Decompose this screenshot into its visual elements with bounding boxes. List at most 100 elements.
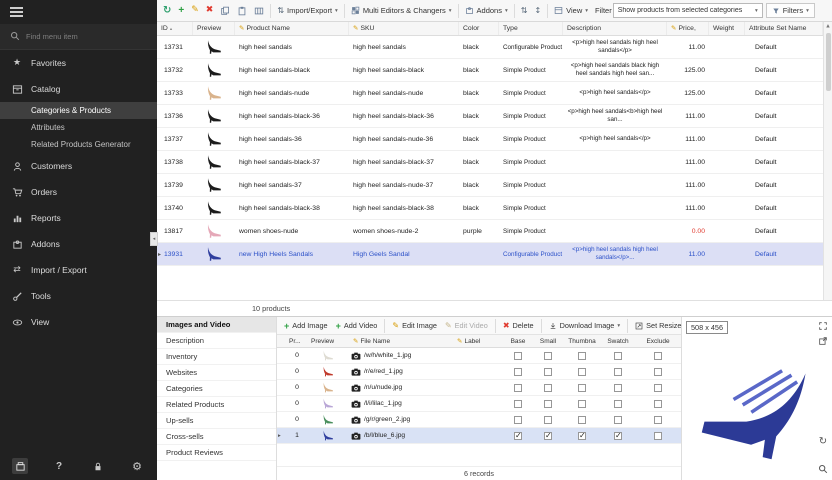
product-row[interactable]: 13738 high heel sandals-black-37 high he… <box>157 151 823 174</box>
exclude-checkbox[interactable] <box>654 400 662 408</box>
column-header-attribute-set[interactable]: Attribute Set Name <box>745 22 823 35</box>
add-image-button[interactable]: +Add Image <box>281 319 331 333</box>
product-row[interactable]: 13732 high heel sandals-black high heel … <box>157 59 823 82</box>
image-row[interactable]: 0 /r/e/red_1.jpg <box>277 364 681 380</box>
thumbnail-checkbox[interactable] <box>578 384 586 392</box>
column-header-base[interactable]: Base <box>503 335 533 347</box>
small-checkbox[interactable] <box>544 416 552 424</box>
edit-video-button[interactable]: ✎Edit Video <box>442 319 491 332</box>
sidebar-item-orders[interactable]: Orders <box>0 179 157 205</box>
store-button[interactable] <box>12 458 28 474</box>
thumbnail-checkbox[interactable] <box>578 432 586 440</box>
image-row[interactable]: 1 /b/l/blue_6.jpg <box>277 428 681 444</box>
base-checkbox[interactable] <box>514 432 522 440</box>
lock-button[interactable] <box>90 458 106 474</box>
image-row[interactable]: 0 /n/u/nude.jpg <box>277 380 681 396</box>
swatch-checkbox[interactable] <box>614 400 622 408</box>
menu-search-input[interactable] <box>26 32 147 41</box>
small-checkbox[interactable] <box>544 368 552 376</box>
category-filter-select[interactable]: Show products from selected categories ▾ <box>613 3 763 18</box>
column-header-label[interactable]: ✎Label <box>453 335 503 347</box>
refresh-button[interactable]: ↻ <box>160 4 174 18</box>
detail-tab[interactable]: Websites <box>157 365 276 381</box>
column-header-color[interactable]: Color <box>459 22 499 35</box>
gear-icon[interactable]: ⚙ <box>129 458 145 474</box>
image-row[interactable]: 0 /g/r/green_2.jpg <box>277 412 681 428</box>
addons-dropdown[interactable]: Addons▾ <box>462 4 511 17</box>
product-row[interactable]: 13817 women shoes-nude women shoes-nude-… <box>157 220 823 243</box>
thumbnail-checkbox[interactable] <box>578 400 586 408</box>
multi-editors-dropdown[interactable]: Multi Editors & Changers▾ <box>348 4 455 17</box>
delete-product-button[interactable]: ✖ <box>203 4 217 17</box>
column-header-description[interactable]: Description <box>563 22 667 35</box>
column-header-id[interactable]: ID▴ <box>157 22 193 35</box>
product-row[interactable]: 13931 new High Heels Sandals High Geels … <box>157 243 823 266</box>
thumbnail-checkbox[interactable] <box>578 368 586 376</box>
exclude-checkbox[interactable] <box>654 352 662 360</box>
swatch-checkbox[interactable] <box>614 416 622 424</box>
swatch-checkbox[interactable] <box>614 432 622 440</box>
small-checkbox[interactable] <box>544 384 552 392</box>
scroll-up-icon[interactable]: ▲ <box>826 22 829 31</box>
column-header-price[interactable]: ✎Price, <box>667 22 709 35</box>
product-row[interactable]: 13740 high heel sandals-black-38 high he… <box>157 197 823 220</box>
sort-descending-button[interactable]: ↕ <box>531 5 544 17</box>
open-external-icon[interactable] <box>817 335 829 347</box>
product-row[interactable]: 13736 high heel sandals-black-36 high he… <box>157 105 823 128</box>
detail-tab[interactable]: Cross-sells <box>157 429 276 445</box>
column-header-image-preview[interactable]: Preview <box>307 335 349 347</box>
small-checkbox[interactable] <box>544 432 552 440</box>
base-checkbox[interactable] <box>514 368 522 376</box>
base-checkbox[interactable] <box>514 416 522 424</box>
delete-image-button[interactable]: ✖Delete <box>500 319 537 332</box>
column-header-file-name[interactable]: ✎File Name <box>349 335 453 347</box>
swatch-checkbox[interactable] <box>614 368 622 376</box>
sidebar-item-view[interactable]: View <box>0 309 157 335</box>
product-row[interactable]: 13737 high heel sandals-36 high heel san… <box>157 128 823 151</box>
detail-tab[interactable]: Categories <box>157 381 276 397</box>
add-video-button[interactable]: +Add Video <box>333 319 381 333</box>
sidebar-item-reports[interactable]: Reports <box>0 205 157 231</box>
exclude-checkbox[interactable] <box>654 384 662 392</box>
column-header-small[interactable]: Small <box>533 335 563 347</box>
base-checkbox[interactable] <box>514 400 522 408</box>
fullscreen-icon[interactable] <box>817 320 829 332</box>
column-header-product-name[interactable]: ✎Product Name <box>235 22 349 35</box>
product-row[interactable]: 13731 high heel sandals high heel sandal… <box>157 36 823 59</box>
add-product-button[interactable]: + <box>175 3 187 18</box>
sidebar-item-related-products-generator[interactable]: Related Products Generator <box>0 136 157 153</box>
sidebar-item-catalog[interactable]: Catalog <box>0 76 157 102</box>
column-header-swatch[interactable]: Swatch <box>601 335 635 347</box>
rotate-icon[interactable]: ↻ <box>817 436 829 448</box>
column-header-preview[interactable]: Preview <box>193 22 235 35</box>
column-header-sku[interactable]: ✎SKU <box>349 22 459 35</box>
help-button[interactable]: ? <box>51 458 67 474</box>
sidebar-item-attributes[interactable]: Attributes <box>0 119 157 136</box>
base-checkbox[interactable] <box>514 384 522 392</box>
sidebar-collapse-handle[interactable]: ◂ <box>150 232 158 246</box>
thumbnail-checkbox[interactable] <box>578 416 586 424</box>
edit-image-button[interactable]: ✎Edit Image <box>389 319 440 332</box>
sidebar-item-customers[interactable]: Customers <box>0 153 157 179</box>
scrollbar-thumb[interactable] <box>826 33 831 91</box>
paste-button[interactable] <box>234 4 250 18</box>
product-row[interactable]: 13733 high heel sandals-nude high heel s… <box>157 82 823 105</box>
copy-button[interactable] <box>217 4 233 18</box>
detail-tab[interactable]: Related Products <box>157 397 276 413</box>
detail-tab[interactable]: Description <box>157 333 276 349</box>
zoom-icon[interactable] <box>817 463 829 475</box>
exclude-checkbox[interactable] <box>654 416 662 424</box>
import-export-dropdown[interactable]: ⇅ Import/Export▾ <box>274 4 340 17</box>
image-row[interactable]: 0 /w/h/white_1.jpg <box>277 348 681 364</box>
sidebar-item-favorites[interactable]: ★ Favorites <box>0 50 157 76</box>
download-image-button[interactable]: Download Image▾ <box>546 319 624 332</box>
sidebar-item-addons[interactable]: Addons <box>0 231 157 257</box>
column-header-weight[interactable]: Weight <box>709 22 745 35</box>
product-row[interactable]: 13739 high heel sandals-37 high heel san… <box>157 174 823 197</box>
exclude-checkbox[interactable] <box>654 368 662 376</box>
small-checkbox[interactable] <box>544 352 552 360</box>
sidebar-item-categories-products[interactable]: Categories & Products <box>0 102 157 119</box>
swatch-checkbox[interactable] <box>614 352 622 360</box>
column-header-exclude[interactable]: Exclude <box>635 335 681 347</box>
filters-button[interactable]: Filters▾ <box>766 3 815 18</box>
